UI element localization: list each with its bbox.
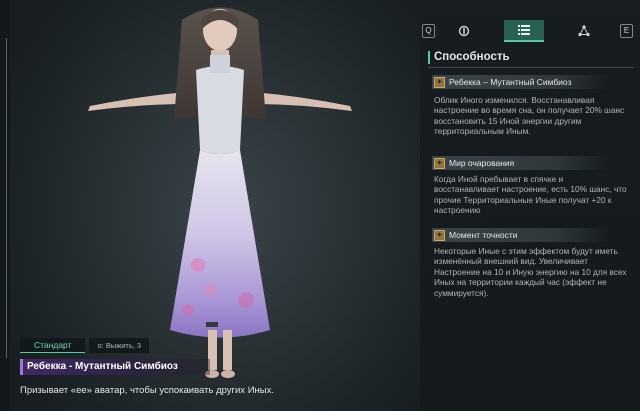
ability-description: Когда Иной пребывает в спячке и восстана… — [434, 174, 627, 216]
ability-badge-icon: ✦ — [434, 157, 445, 169]
prev-tab-key[interactable]: Q — [422, 24, 435, 38]
section-title: Способность — [428, 51, 510, 64]
ability-badge-icon: ✦ — [434, 76, 445, 88]
character-subtitle: Призывает «ее» аватар, чтобы успокаивать… — [20, 385, 274, 396]
list-icon — [518, 25, 530, 35]
tab-bar: Q E — [420, 20, 640, 44]
ability-name: Ребекка – Мутантный Симбиоз — [449, 77, 572, 87]
ability-badge-icon: ✦ — [434, 229, 445, 241]
ability-header-2[interactable]: ✦ Мир очарования — [432, 156, 610, 170]
ability-description: Облик Иного изменился. Восстанавливая на… — [434, 95, 625, 137]
ability-name: Мир очарования — [449, 158, 515, 168]
next-tab-key[interactable]: E — [620, 24, 633, 38]
survive-hint: о: Выжить, 3 — [89, 338, 150, 353]
left-divider-line — [6, 38, 7, 358]
network-nodes-icon — [578, 25, 590, 37]
tag-row: Стандарт о: Выжить, 3 — [20, 338, 150, 353]
standard-tag[interactable]: Стандарт — [20, 338, 86, 353]
ability-description: Некоторые Иные с этим эффектом будут име… — [434, 246, 627, 298]
ability-header-3[interactable]: ✦ Момент точности — [432, 228, 610, 242]
ability-header-1[interactable]: ✦ Ребекка – Мутантный Симбиоз — [432, 75, 610, 89]
left-edge-strip — [0, 0, 10, 411]
character-name: Ребекка - Мутантный Симбиоз — [20, 359, 210, 375]
gear-cog-icon — [458, 25, 470, 37]
section-divider — [428, 67, 634, 68]
character-model — [88, 7, 352, 378]
ability-name: Момент точности — [449, 230, 518, 240]
tab-stats[interactable] — [444, 20, 484, 42]
tab-relations[interactable] — [564, 20, 604, 42]
tab-abilities[interactable] — [504, 20, 544, 42]
